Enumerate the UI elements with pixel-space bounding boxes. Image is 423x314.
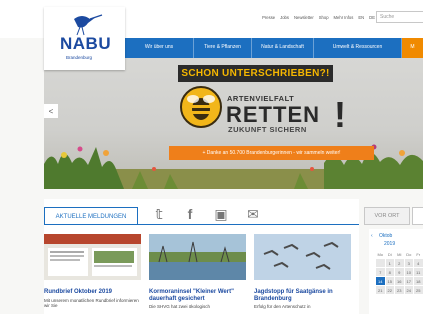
news-card-title[interactable]: Kormoraninsel "Kleiner Wert" dauerhaft g… bbox=[149, 289, 246, 302]
browser-page: Presse Jobs Newsletter Shop Mehr Infos E… bbox=[0, 0, 423, 314]
news-card-text: Mit unserem monatlichen Rundbrief inform… bbox=[44, 297, 139, 308]
hero-banner: SCHON UNTERSCHRIEBEN?! bbox=[178, 65, 333, 82]
top-links: Presse Jobs Newsletter Shop Mehr Infos E… bbox=[262, 15, 375, 20]
cta-button[interactable]: + Danke an 50.700 Brandenburgerinnen - w… bbox=[169, 146, 374, 160]
news-card[interactable]: Rundbrief Oktober 2019 Mit unserem monat… bbox=[44, 234, 141, 308]
calendar-day[interactable]: 4 bbox=[414, 259, 423, 267]
top-link-newsletter[interactable]: Newsletter bbox=[294, 15, 314, 20]
calendar-weekday: Fr bbox=[416, 251, 421, 257]
main-nav: Wir über uns Tiere & Pflanzen Natur & La… bbox=[125, 38, 423, 58]
calendar-day[interactable]: 17 bbox=[404, 277, 413, 285]
slider-prev-icon[interactable]: < bbox=[44, 104, 58, 118]
calendar-year: 2019 bbox=[384, 241, 396, 247]
tab-news[interactable]: AKTUELLE MELDUNGEN bbox=[44, 207, 138, 225]
slogan-line-3: ZUKUNFT SICHERN bbox=[228, 125, 307, 134]
calendar-day[interactable]: 10 bbox=[404, 268, 413, 276]
calendar-prev-icon[interactable]: ‹ bbox=[371, 233, 373, 239]
calendar-day[interactable]: 9 bbox=[395, 268, 404, 276]
news-card[interactable]: Kormoraninsel "Kleiner Wert" dauerhaft g… bbox=[149, 234, 246, 309]
top-link-jobs[interactable]: Jobs bbox=[280, 15, 289, 20]
calendar-day[interactable]: 16 bbox=[395, 277, 404, 285]
calendar-day[interactable] bbox=[376, 259, 385, 267]
tab-divider bbox=[44, 224, 359, 225]
hero-slider[interactable]: SCHON UNTERSCHRIEBEN?! ARTENVIELFALT RET… bbox=[44, 58, 423, 189]
news-card-image bbox=[44, 234, 141, 280]
news-card-title[interactable]: Jagdstopp für Saatgänse in Brandenburg bbox=[254, 289, 351, 302]
calendar-weekday: Mi bbox=[397, 251, 402, 257]
calendar-month: Oktob bbox=[379, 233, 393, 239]
calendar-day[interactable]: 22 bbox=[385, 286, 394, 294]
calendar-day[interactable]: 11 bbox=[414, 268, 423, 276]
news-card-title[interactable]: Rundbrief Oktober 2019 bbox=[44, 289, 141, 296]
newsletter-icon[interactable]: ✉ bbox=[244, 206, 262, 222]
calendar-day[interactable]: 18 bbox=[414, 277, 423, 285]
slogan-exclamation: ! bbox=[334, 94, 346, 135]
nabu-logo[interactable]: NABU Brandenburg bbox=[44, 7, 125, 70]
nav-item-environment[interactable]: Umwelt & Ressourcen bbox=[314, 38, 402, 58]
calendar-day[interactable]: 21 bbox=[376, 286, 385, 294]
youtube-icon[interactable]: ▣ bbox=[212, 206, 230, 222]
lang-de[interactable]: DE bbox=[369, 15, 375, 20]
search-input[interactable]: Suche bbox=[376, 11, 423, 23]
tab-local[interactable]: VOR ORT bbox=[364, 207, 410, 225]
calendar-day[interactable]: 25 bbox=[414, 286, 423, 294]
nav-item-more[interactable]: M bbox=[402, 38, 423, 58]
nav-item-animals[interactable]: Tiere & Pflanzen bbox=[194, 38, 252, 58]
calendar-weekday: Di bbox=[387, 251, 392, 257]
calendar-day[interactable]: 1 bbox=[385, 259, 394, 267]
nav-item-about[interactable]: Wir über uns bbox=[125, 38, 194, 58]
twitter-icon[interactable]: 𝕥 bbox=[150, 206, 168, 222]
calendar-day[interactable]: 23 bbox=[395, 286, 404, 294]
news-card[interactable]: Jagdstopp für Saatgänse in Brandenburg E… bbox=[254, 234, 351, 309]
calendar-weekday: Do bbox=[406, 251, 412, 257]
news-card-text: Die SHVG hat zwei ökologisch bbox=[149, 304, 211, 309]
tab-next[interactable] bbox=[412, 207, 423, 225]
lang-en[interactable]: EN bbox=[358, 15, 364, 20]
facebook-icon[interactable]: f bbox=[181, 206, 199, 222]
news-card-text: Erfolg für den Artenschutz in bbox=[254, 304, 311, 309]
calendar-day[interactable]: 3 bbox=[404, 259, 413, 267]
calendar-grid: Mo Di Mi Do Fr 1 2 3 4 7 8 9 10 11 14 15… bbox=[376, 250, 423, 294]
top-link-shop[interactable]: Shop bbox=[319, 15, 329, 20]
news-card-image bbox=[149, 234, 246, 280]
news-card-image bbox=[254, 234, 351, 280]
nav-item-nature[interactable]: Natur & Landschaft bbox=[252, 38, 314, 58]
calendar-widget: ‹ Oktob 2019 Mo Di Mi Do Fr 1 2 3 4 7 8 … bbox=[369, 229, 423, 314]
top-link-presse[interactable]: Presse bbox=[262, 15, 275, 20]
calendar-day[interactable]: 8 bbox=[385, 268, 394, 276]
calendar-weekday: Mo bbox=[377, 251, 384, 257]
calendar-day[interactable]: 7 bbox=[376, 268, 385, 276]
logo-subtitle: Brandenburg bbox=[66, 55, 93, 60]
calendar-day[interactable]: 2 bbox=[395, 259, 404, 267]
top-link-more[interactable]: Mehr Infos bbox=[334, 15, 354, 20]
logo-text: NABU bbox=[60, 34, 112, 53]
bee-icon bbox=[180, 86, 222, 128]
calendar-day[interactable]: 24 bbox=[404, 286, 413, 294]
calendar-day-today[interactable]: 14 bbox=[376, 277, 385, 285]
calendar-day[interactable]: 15 bbox=[385, 277, 394, 285]
